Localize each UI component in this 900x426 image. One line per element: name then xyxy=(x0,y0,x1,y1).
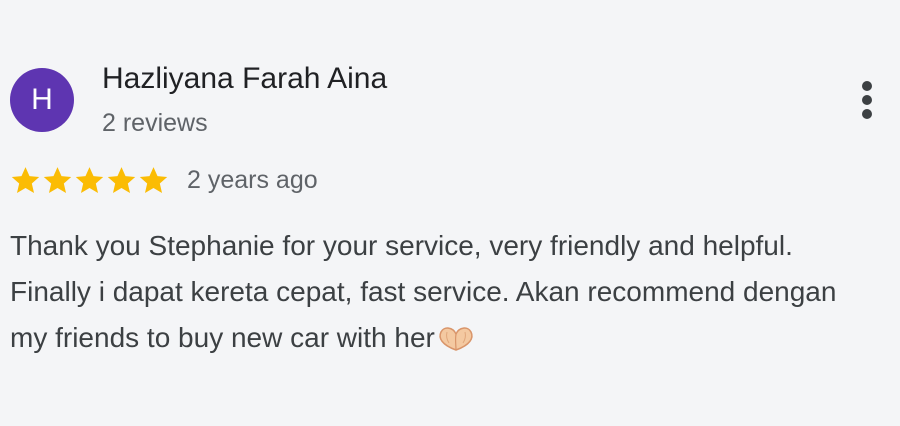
more-vertical-icon xyxy=(862,81,872,119)
star-icon xyxy=(11,166,40,193)
heart-hands-emoji xyxy=(436,320,476,366)
star-icon xyxy=(43,166,72,193)
review-card: H Hazliyana Farah Aina 2 reviews 2 years… xyxy=(0,0,900,426)
reviewer-review-count[interactable]: 2 reviews xyxy=(102,109,208,138)
avatar-initial: H xyxy=(31,83,53,116)
star-icon xyxy=(139,166,168,193)
avatar[interactable]: H xyxy=(10,68,74,132)
review-text: Thank you Stephanie for your service, ve… xyxy=(10,223,880,366)
reviewer-name[interactable]: Hazliyana Farah Aina xyxy=(102,62,387,96)
star-icon xyxy=(75,166,104,193)
more-options-button[interactable] xyxy=(848,76,886,124)
rating-row: 2 years ago xyxy=(10,162,318,198)
review-body: Thank you Stephanie for your service, ve… xyxy=(10,230,837,353)
star-rating xyxy=(10,165,170,196)
star-icon xyxy=(107,166,136,193)
review-time: 2 years ago xyxy=(187,165,318,194)
